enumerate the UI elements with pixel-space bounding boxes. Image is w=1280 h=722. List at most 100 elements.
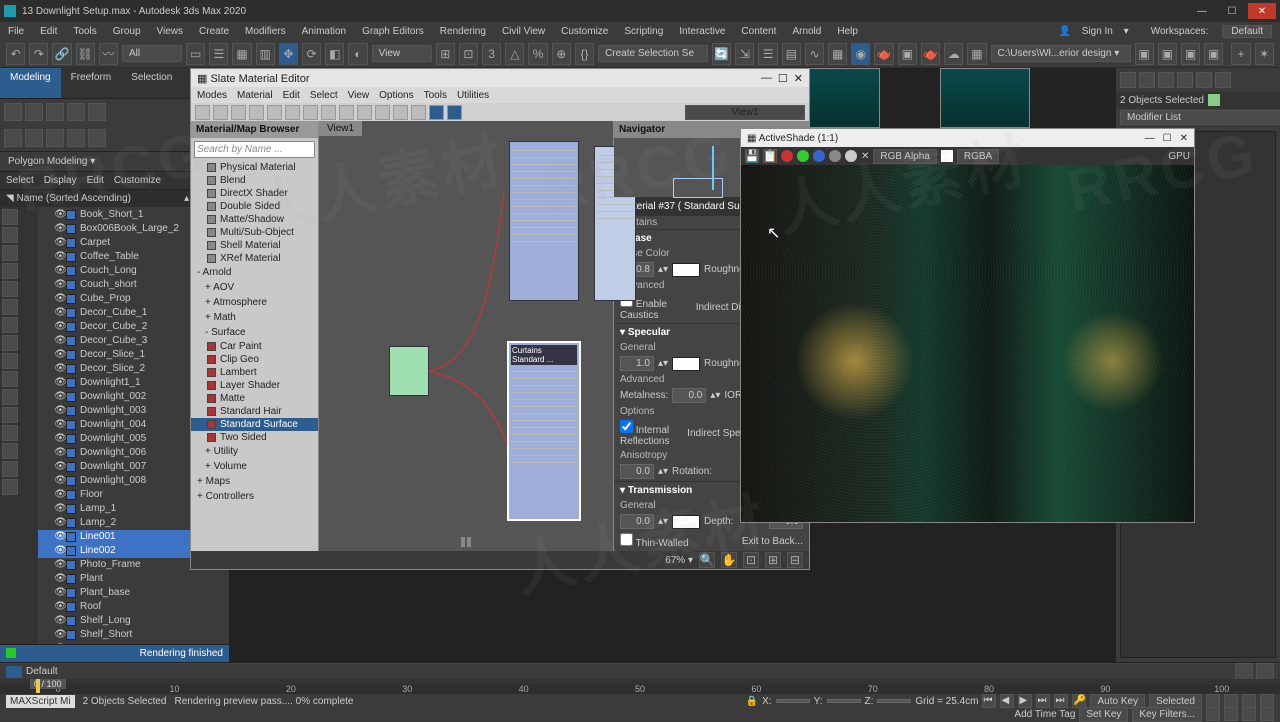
link-button[interactable]: 🔗 <box>52 43 71 65</box>
rbtn-5[interactable] <box>88 103 106 121</box>
selection-set-dropdown[interactable]: Create Selection Se <box>598 45 708 62</box>
as-save-icon[interactable]: 💾 <box>745 149 759 163</box>
zoom-level[interactable]: 67% ▾ <box>665 555 693 566</box>
render-button[interactable]: 🫖 <box>921 43 940 65</box>
filter-icon[interactable] <box>2 227 18 243</box>
slate-menu-view[interactable]: View <box>348 90 370 101</box>
render-view[interactable]: ↖ <box>741 165 1194 522</box>
spec-weight-input[interactable]: 1.0 <box>620 356 654 371</box>
menu-civil-view[interactable]: Civil View <box>494 26 553 37</box>
material-node-curtains[interactable]: Curtains Standard ... <box>507 341 581 521</box>
surface-item[interactable]: Clip Geo <box>191 353 318 366</box>
spec-color-swatch[interactable] <box>672 357 700 371</box>
slate-tb-icon[interactable] <box>375 105 390 120</box>
material-item[interactable]: Blend <box>191 174 318 187</box>
slate-tb-icon[interactable] <box>447 105 462 120</box>
trans-color-swatch[interactable] <box>672 515 700 529</box>
slate-max-button[interactable]: ☐ <box>778 72 788 85</box>
layers-button[interactable]: ☰ <box>758 43 777 65</box>
maxscript-mini[interactable]: MAXScript Mi <box>6 695 75 708</box>
angle-snap-button[interactable]: △ <box>505 43 524 65</box>
scene-name-header[interactable]: ◥ Name (Sorted Ascending) <box>6 193 131 204</box>
scene-menu-edit[interactable]: Edit <box>87 175 104 186</box>
slate-tb-icon[interactable] <box>267 105 282 120</box>
tb-star-icon[interactable]: ✶ <box>1255 43 1274 65</box>
scene-item[interactable]: 👁Roof <box>38 600 229 614</box>
slate-menu-modes[interactable]: Modes <box>197 90 227 101</box>
move-button[interactable]: ✥ <box>279 43 298 65</box>
red-dot-icon[interactable] <box>781 150 793 162</box>
nav-icon[interactable] <box>1242 707 1256 721</box>
alpha-dot-icon[interactable] <box>829 150 841 162</box>
manip-button[interactable]: ⊡ <box>459 43 478 65</box>
surface-item[interactable]: Car Paint <box>191 340 318 353</box>
project-path-dropdown[interactable]: C:\Users\Wł...erior design ▾ <box>991 45 1131 62</box>
filter-icon[interactable] <box>2 479 18 495</box>
selection-color-swatch[interactable] <box>1208 94 1220 106</box>
trans-weight-input[interactable]: 0.0 <box>620 514 654 529</box>
rbtn-1[interactable] <box>4 103 22 121</box>
filter-icon[interactable] <box>2 443 18 459</box>
filter-icon[interactable] <box>2 461 18 477</box>
slate-foot-icon[interactable]: ✋ <box>721 552 737 568</box>
scene-menu-customize[interactable]: Customize <box>114 175 161 186</box>
menu-tools[interactable]: Tools <box>65 26 104 37</box>
cat-volume[interactable]: + Volume <box>191 459 318 474</box>
nav-icon[interactable] <box>1260 707 1274 721</box>
slate-tb-icon[interactable] <box>285 105 300 120</box>
exit-to-background[interactable]: Exit to Back... <box>742 536 803 547</box>
rbtn-10[interactable] <box>88 129 106 147</box>
blue-dot-icon[interactable] <box>813 150 825 162</box>
placement-button[interactable]: ◐ <box>348 43 367 65</box>
tb-plus-icon[interactable]: + <box>1231 43 1250 65</box>
rbtn-8[interactable] <box>46 129 64 147</box>
filter-icon[interactable] <box>2 407 18 423</box>
tb-c-icon[interactable]: ▣ <box>1181 43 1200 65</box>
slate-tb-icon[interactable] <box>303 105 318 120</box>
cat-atmosphere[interactable]: + Atmosphere <box>191 295 318 310</box>
undo-button[interactable]: ↶ <box>6 43 25 65</box>
cat-aov[interactable]: + AOV <box>191 280 318 295</box>
slate-title-bar[interactable]: ▦ Slate Material Editor — ☐ ✕ <box>191 69 809 87</box>
filter-icon[interactable] <box>2 209 18 225</box>
schematic-button[interactable]: ▦ <box>828 43 847 65</box>
slate-tb-icon[interactable] <box>195 105 210 120</box>
menu-create[interactable]: Create <box>191 26 237 37</box>
time-ruler[interactable]: 0102030405060708090100 <box>0 684 1280 694</box>
rbtn-3[interactable] <box>46 103 64 121</box>
menu-help[interactable]: Help <box>829 26 866 37</box>
surface-item[interactable]: Layer Shader <box>191 379 318 392</box>
redo-button[interactable]: ↷ <box>29 43 48 65</box>
filter-icon[interactable] <box>2 353 18 369</box>
menu-file[interactable]: File <box>0 26 32 37</box>
slate-tb-icon[interactable] <box>393 105 408 120</box>
nav-icon[interactable] <box>1206 707 1220 721</box>
slate-tb-icon[interactable] <box>231 105 246 120</box>
material-item[interactable]: Physical Material <box>191 161 318 174</box>
slate-foot-icon[interactable]: ⊞ <box>765 552 781 568</box>
slate-close-button[interactable]: ✕ <box>794 72 803 85</box>
x-input[interactable] <box>776 699 810 703</box>
rbtn-9[interactable] <box>67 129 85 147</box>
filter-icon[interactable] <box>2 245 18 261</box>
workspaces-dropdown[interactable]: Default <box>1222 25 1272 38</box>
anisotropy-input[interactable]: 0.0 <box>620 464 654 479</box>
mono-dot-icon[interactable] <box>845 150 857 162</box>
cat-maps[interactable]: + Maps <box>191 474 318 489</box>
editnamed-button[interactable]: {} <box>575 43 594 65</box>
scene-item[interactable]: 👁Plant_base <box>38 586 229 600</box>
maximize-button[interactable]: ☐ <box>1218 3 1246 19</box>
default-swatch[interactable] <box>6 666 22 678</box>
create-tab-icon[interactable] <box>1120 72 1136 88</box>
menu-edit[interactable]: Edit <box>32 26 65 37</box>
slate-menu-utilities[interactable]: Utilities <box>457 90 489 101</box>
surface-item[interactable]: Two Sided <box>191 431 318 444</box>
metalness-input[interactable]: 0.0 <box>672 388 706 403</box>
green-dot-icon[interactable] <box>797 150 809 162</box>
menu-scripting[interactable]: Scripting <box>616 26 671 37</box>
curve-editor-button[interactable]: ∿ <box>805 43 824 65</box>
ref-coord-dropdown[interactable]: View <box>372 45 432 62</box>
rbtn-6[interactable] <box>4 129 22 147</box>
render-a360-button[interactable]: ☁ <box>944 43 963 65</box>
scene-item[interactable]: 👁Plant <box>38 572 229 586</box>
